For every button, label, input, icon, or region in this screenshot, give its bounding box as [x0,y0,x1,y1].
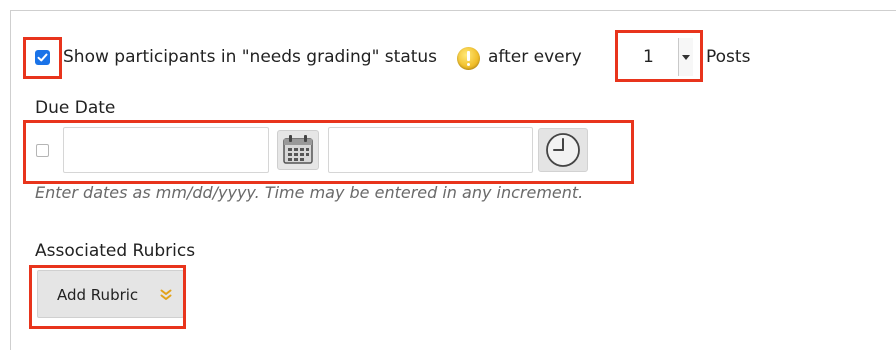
highlight-needs-grading-checkbox [23,37,62,79]
after-every-label: after every [488,47,582,67]
highlight-add-rubric [29,265,186,329]
warning-icon [457,47,480,70]
date-format-hint: Enter dates as mm/dd/yyyy. Time may be e… [35,183,584,202]
posts-label: Posts [706,47,751,67]
highlight-due-date-fields [23,120,634,184]
associated-rubrics-label: Associated Rubrics [35,241,196,261]
due-date-label: Due Date [35,98,116,118]
needs-grading-label: Show participants in "needs grading" sta… [63,47,438,67]
highlight-posts-select [615,30,703,82]
